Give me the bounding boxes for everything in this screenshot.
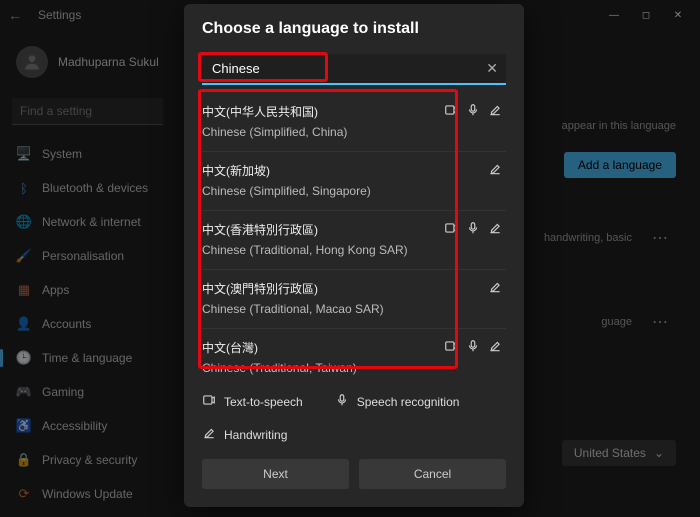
feature-label: Handwriting <box>224 428 287 442</box>
language-native: 中文(香港特別行政區) <box>202 221 444 238</box>
mic-icon <box>466 103 480 120</box>
language-english: Chinese (Simplified, China) <box>202 125 444 139</box>
hand-icon <box>488 280 502 297</box>
handwriting-icon <box>202 426 216 443</box>
language-install-dialog: Choose a language to install ✕ 中文(中华人民共和… <box>184 4 524 507</box>
mic-icon <box>335 393 349 410</box>
cancel-button[interactable]: Cancel <box>359 459 506 489</box>
language-english: Chinese (Traditional, Hong Kong SAR) <box>202 243 444 257</box>
language-search-input[interactable] <box>202 54 506 85</box>
language-native: 中文(新加坡) <box>202 162 488 179</box>
language-option[interactable]: 中文(中华人民共和国) Chinese (Simplified, China) <box>202 93 506 152</box>
language-option[interactable]: 中文(澳門特別行政區) Chinese (Traditional, Macao S… <box>202 270 506 329</box>
mic-icon <box>466 221 480 238</box>
feature-label: Text-to-speech <box>224 395 303 409</box>
language-option[interactable]: 中文(香港特別行政區) Chinese (Traditional, Hong Ko… <box>202 211 506 270</box>
language-english: Chinese (Traditional, Macao SAR) <box>202 302 488 316</box>
language-native: 中文(澳門特別行政區) <box>202 280 488 297</box>
hand-icon <box>488 103 502 120</box>
mic-icon <box>466 339 480 356</box>
next-button[interactable]: Next <box>202 459 349 489</box>
tts-icon <box>444 221 458 238</box>
language-option[interactable]: 中文(台灣) Chinese (Traditional, Taiwan) <box>202 329 506 387</box>
tts-icon <box>202 393 216 410</box>
language-native: 中文(台灣) <box>202 339 444 356</box>
hand-icon <box>488 339 502 356</box>
hand-icon <box>488 221 502 238</box>
tts-icon <box>444 339 458 356</box>
hand-icon <box>488 162 502 179</box>
language-english: Chinese (Simplified, Singapore) <box>202 184 488 198</box>
language-english: Chinese (Traditional, Taiwan) <box>202 361 444 375</box>
dialog-title: Choose a language to install <box>202 20 506 38</box>
language-native: 中文(中华人民共和国) <box>202 103 444 120</box>
language-option[interactable]: 中文(新加坡) Chinese (Simplified, Singapore) <box>202 152 506 211</box>
tts-icon <box>444 103 458 120</box>
language-list: 中文(中华人民共和国)Chinese (Simplified, China)中文… <box>202 93 506 373</box>
clear-search-icon[interactable]: ✕ <box>486 60 498 77</box>
feature-legend: Text-to-speech Speech recognition Handwr… <box>202 385 506 459</box>
feature-label: Speech recognition <box>357 395 460 409</box>
